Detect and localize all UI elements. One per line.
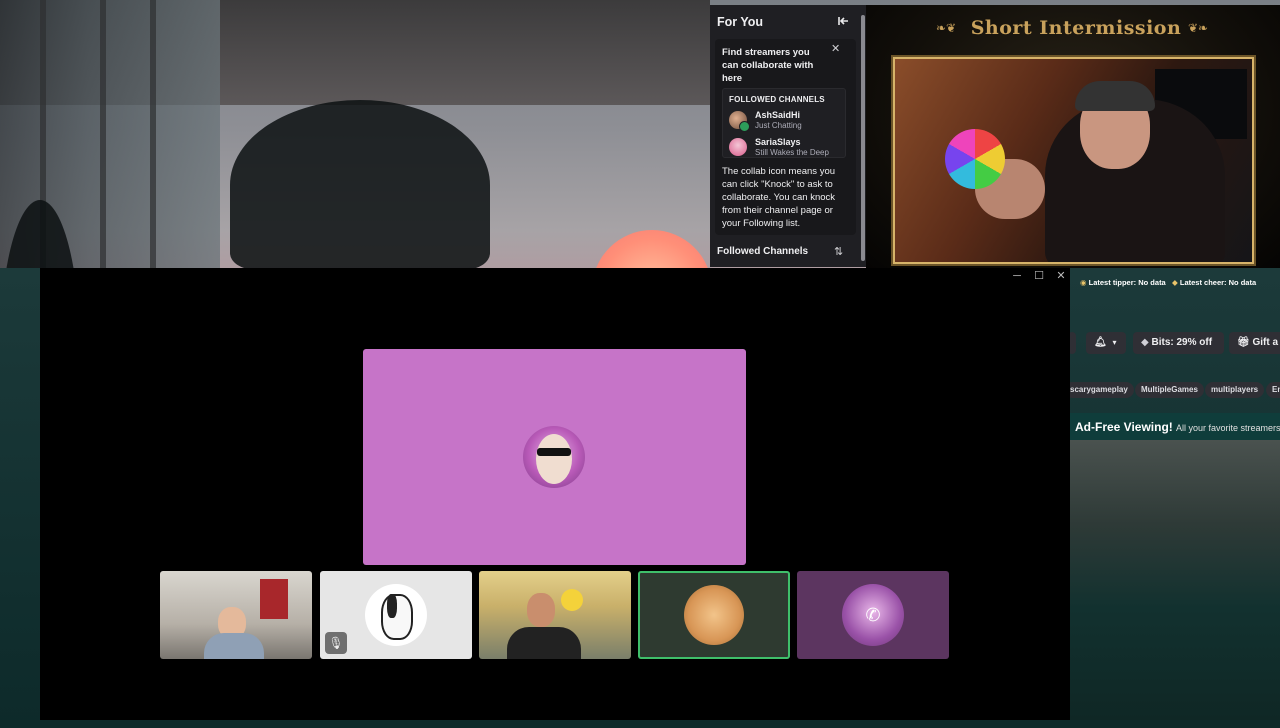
followed-channels-heading: Followed Channels xyxy=(717,246,809,257)
snoopy-ear xyxy=(387,594,397,618)
sunglasses-icon xyxy=(537,448,571,456)
minimize-icon[interactable]: ─ xyxy=(1007,268,1027,284)
chevron-down-icon: ▾ xyxy=(1112,338,1117,347)
avatar xyxy=(365,584,427,646)
wallpaper-palm xyxy=(230,100,490,270)
sort-icon[interactable]: ⇅ xyxy=(834,245,848,259)
latest-tipper-label: Latest tipper: No data xyxy=(1088,278,1166,287)
wall-flag xyxy=(260,579,288,619)
channel-action-row: 🔔︎ ▾ ◆ Bits: 29% off 🎁︎ Gift a S xyxy=(1068,328,1280,358)
collab-badge-icon xyxy=(739,121,750,132)
tag[interactable]: scarygameplay xyxy=(1064,382,1134,398)
ad-free-promo-banner[interactable]: Ad-Free Viewing! All your favorite strea… xyxy=(1070,413,1280,440)
channel-name: AshSaidHi xyxy=(755,110,801,120)
channel-category: Just Chatting xyxy=(755,121,802,130)
tag[interactable]: MultipleGames xyxy=(1135,382,1204,398)
close-icon[interactable]: ✕ xyxy=(831,44,841,55)
bell-icon: 🔔︎ xyxy=(1094,337,1107,348)
webcam-feed xyxy=(893,57,1254,264)
bits-button[interactable]: ◆ Bits: 29% off xyxy=(1133,332,1224,354)
participant-tile[interactable] xyxy=(160,571,312,659)
tag[interactable]: multiplayers xyxy=(1205,382,1265,398)
channel-name: SariaSlays xyxy=(755,137,801,147)
participant-face xyxy=(527,593,555,627)
avatar-face xyxy=(536,434,572,484)
cat-avatar xyxy=(684,585,744,645)
participant-body xyxy=(507,627,581,659)
participant-body xyxy=(204,633,264,659)
for-you-sidebar: For You Find streamers you can collabora… xyxy=(710,5,861,267)
close-window-icon[interactable]: ✕ xyxy=(1051,268,1071,284)
webcam-streamer-cap xyxy=(1075,81,1155,111)
followed-channels-preview: FOLLOWED CHANNELS AshSaidHi Just Chattin… xyxy=(722,88,846,158)
latest-cheer-alert: ◆ Latest cheer: No data xyxy=(1172,278,1256,287)
webcam-disc xyxy=(945,129,1005,189)
collab-tip-card: Find streamers you can collaborate with … xyxy=(715,39,856,235)
preview-channel-item[interactable]: AshSaidHi Just Chatting xyxy=(729,109,844,133)
wallpaper-lounge xyxy=(1070,440,1280,720)
participant-tile[interactable] xyxy=(479,571,631,659)
latest-cheer-label: Latest cheer: No data xyxy=(1179,278,1257,287)
phone-icon: ✆ xyxy=(865,605,881,625)
tip-icon: ◉ xyxy=(1080,278,1087,287)
cheer-icon: ◆ xyxy=(1172,278,1178,287)
preview-heading: FOLLOWED CHANNELS xyxy=(729,95,825,104)
scrollbar-thumb[interactable] xyxy=(861,15,865,261)
video-call-window: ─ ☐ ✕ 🎙︎ ✆ xyxy=(40,268,1070,720)
promo-title: Ad-Free Viewing! xyxy=(1075,420,1173,434)
gift-icon: 🎁︎ xyxy=(1237,337,1250,348)
tip-body: The collab icon means you can click "Kno… xyxy=(722,166,836,229)
avatar xyxy=(729,138,747,156)
gift-label: Gift a S xyxy=(1252,337,1280,348)
stream-player[interactable]: ❧❦ Short Intermission ❦❧ xyxy=(866,5,1280,268)
gift-sub-button[interactable]: 🎁︎ Gift a S xyxy=(1229,332,1280,354)
bits-icon: ◆ xyxy=(1141,337,1149,348)
plush-toy xyxy=(561,589,583,611)
participant-tile[interactable]: ✆ xyxy=(797,571,949,659)
tag[interactable]: En xyxy=(1266,382,1280,398)
promo-subtitle: All your favorite streamers xyxy=(1176,423,1280,433)
main-speaker-tile[interactable] xyxy=(363,349,746,565)
snoopy-icon xyxy=(381,594,413,640)
participant-tile[interactable]: 🎙︎ xyxy=(320,571,472,659)
tip-title: Find streamers you can collaborate with … xyxy=(722,47,814,84)
maximize-icon[interactable]: ☐ xyxy=(1029,268,1049,284)
muted-mic-icon: 🎙︎ xyxy=(325,632,347,654)
channel-category: Still Wakes the Deep xyxy=(755,148,829,157)
avatar xyxy=(523,426,585,488)
preview-channel-item[interactable]: SariaSlays Still Wakes the Deep xyxy=(729,136,844,157)
ornament-icon: ❦❧ xyxy=(1188,21,1209,35)
stream-tags: scarygameplay MultipleGames multiplayers… xyxy=(1064,382,1280,400)
notifications-button[interactable]: 🔔︎ ▾ xyxy=(1086,332,1126,354)
collapse-sidebar-icon[interactable] xyxy=(836,14,850,28)
for-you-heading: For You xyxy=(717,15,764,29)
latest-tipper-alert: ◉ Latest tipper: No data xyxy=(1080,278,1166,287)
bits-label: Bits: 29% off xyxy=(1151,337,1213,348)
participant-tile-active[interactable] xyxy=(638,571,790,659)
stream-overlay-title: Short Intermission xyxy=(970,17,1182,39)
